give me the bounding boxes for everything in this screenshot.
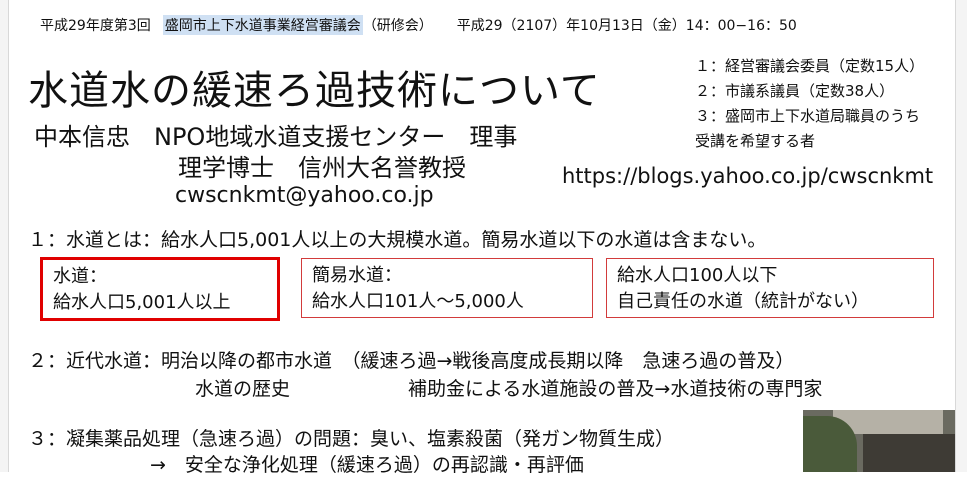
audience-item-4: 受講を希望する者: [695, 132, 816, 150]
section-2-line-1: ２：近代水道：明治以降の都市水道 （緩速ろ過→戦後高度成長期以降 急速ろ過の普及…: [28, 350, 795, 372]
audience-item-1: １：経営審議会委員（定数15人）: [695, 57, 925, 75]
speaker-name-line: 中本信忠 NPO地域水道支援センター 理事: [34, 123, 518, 151]
section-3-line-1: ３：凝集薬品処理（急速ろ過）の問題：臭い、塩素殺菌（発ガン物質生成）: [28, 428, 675, 450]
right-scroll-gutter: [955, 0, 967, 472]
facility-photo: [803, 410, 955, 472]
speaker-url: https://blogs.yahoo.co.jp/cwscnkmt: [562, 164, 934, 188]
box-simple-water-supply-label: 簡易水道：: [312, 265, 402, 286]
box-small-water-supply-population: 給水人口100人以下: [617, 265, 778, 286]
box-water-supply-selected: 水道： 給水人口5,001人以上: [40, 257, 280, 321]
section-1-text: １：水道とは：給水人口5,001人以上の大規模水道。簡易水道以下の水道は含まない…: [28, 229, 767, 251]
document-header: 平成29年度第3回 盛岡市上下水道事業経営審議会 （研修会） 平成29（2107）年1…: [40, 15, 797, 35]
left-scroll-gutter: [0, 0, 9, 472]
page-title: 水道水の緩速ろ過技術について: [28, 68, 601, 114]
speaker-credentials: 理学博士 信州大名誉教授: [178, 154, 466, 182]
box-small-water-supply: 給水人口100人以下 自己責任の水道（統計がない）: [606, 258, 934, 318]
speaker-email: cwscnkmt@yahoo.co.jp: [175, 183, 434, 208]
header-org-highlight: 盛岡市上下水道事業経営審議会: [162, 15, 363, 35]
header-datetime: 平成29（2107）年10月13日（金）14：00−16：50: [456, 18, 797, 34]
header-session: 平成29年度第3回: [40, 18, 151, 34]
box-small-water-supply-note: 自己責任の水道（統計がない）: [617, 291, 869, 312]
audience-item-2: ２：市議系議員（定数38人）: [695, 82, 895, 100]
box-water-supply-label: 水道：: [53, 266, 107, 287]
box-simple-water-supply: 簡易水道： 給水人口101人〜5,000人: [301, 258, 593, 318]
box-simple-water-supply-population: 給水人口101人〜5,000人: [312, 291, 524, 312]
section-2-history-label: 水道の歴史: [195, 378, 291, 400]
box-water-supply-population: 給水人口5,001人以上: [53, 292, 231, 313]
section-2-subsidy-note: 補助金による水道施設の普及→水道技術の専門家: [408, 378, 823, 400]
photo-shadow: [863, 434, 955, 472]
section-3-line-2: → 安全な浄化処理（緩速ろ過）の再認識・再評価: [150, 454, 584, 476]
header-session-type: （研修会）: [362, 18, 433, 34]
audience-item-3: ３：盛岡市上下水道局職員のうち: [695, 107, 921, 125]
